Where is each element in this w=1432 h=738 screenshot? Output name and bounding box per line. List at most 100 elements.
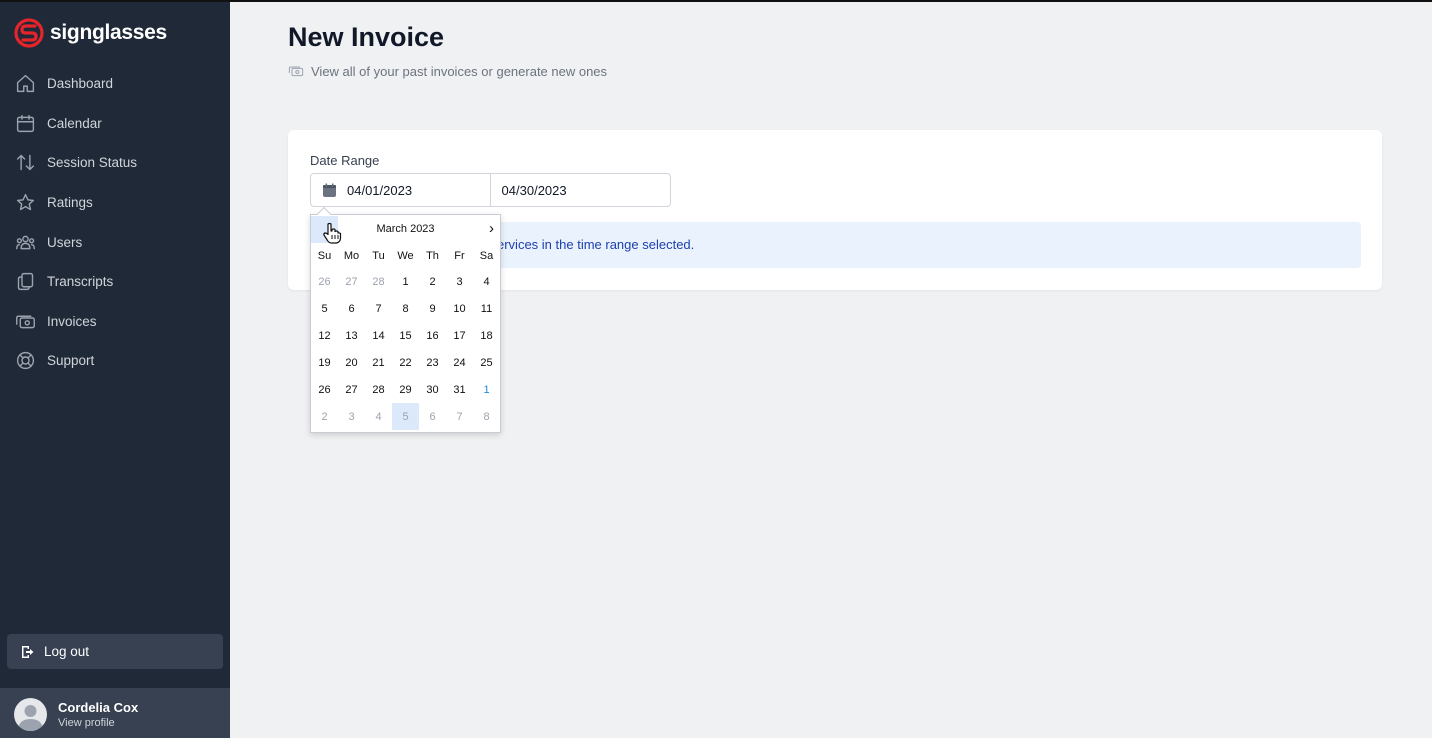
weekday-label: We bbox=[397, 250, 414, 262]
calendar-day[interactable]: 17 bbox=[446, 322, 473, 349]
hand-pointer-cursor-icon bbox=[323, 222, 342, 244]
datepicker-grid: Su Mo Tu We Th Fr Sa 26 27 28 1 2 3 4 5 … bbox=[311, 244, 500, 430]
logout-label: Log out bbox=[44, 644, 90, 659]
calendar-day[interactable]: 11 bbox=[473, 295, 500, 322]
logout-button[interactable]: Log out bbox=[7, 634, 223, 669]
calendar-day[interactable]: 28 bbox=[365, 376, 392, 403]
calendar-day[interactable]: 16 bbox=[419, 322, 446, 349]
home-icon bbox=[16, 75, 35, 93]
calendar-day[interactable]: 21 bbox=[365, 349, 392, 376]
calendar-day[interactable]: 7 bbox=[365, 295, 392, 322]
calendar-day[interactable]: 23 bbox=[419, 349, 446, 376]
sidebar-item-label: Dashboard bbox=[47, 76, 114, 92]
calendar-day[interactable]: 4 bbox=[365, 403, 392, 430]
calendar-day[interactable]: 3 bbox=[446, 268, 473, 295]
calendar-day[interactable]: 29 bbox=[392, 376, 419, 403]
calendar-day[interactable]: 1 bbox=[392, 268, 419, 295]
calendar-day[interactable]: 9 bbox=[419, 295, 446, 322]
sidebar-item-label: Invoices bbox=[47, 313, 97, 329]
user-placeholder-icon bbox=[18, 704, 43, 731]
sidebar-item-label: Users bbox=[47, 234, 83, 250]
calendar-day[interactable]: 26 bbox=[311, 376, 338, 403]
calendar-day[interactable]: 2 bbox=[419, 268, 446, 295]
end-date-input[interactable]: 04/30/2023 bbox=[491, 174, 670, 206]
calendar-day[interactable]: 6 bbox=[338, 295, 365, 322]
star-icon bbox=[16, 194, 35, 211]
arrows-up-down-icon bbox=[16, 155, 35, 171]
start-date-value: 04/01/2023 bbox=[347, 182, 413, 198]
view-profile-link[interactable]: View profile bbox=[58, 717, 138, 729]
calendar-day[interactable]: 26 bbox=[311, 268, 338, 295]
sidebar-item-label: Transcripts bbox=[47, 274, 114, 290]
sidebar-item-dashboard[interactable]: Dashboard bbox=[0, 64, 230, 104]
weekday-label: Th bbox=[426, 250, 439, 262]
calendar-day[interactable]: 27 bbox=[338, 376, 365, 403]
calendar-day[interactable]: 18 bbox=[473, 322, 500, 349]
calendar-day[interactable]: 12 bbox=[311, 322, 338, 349]
sidebar-item-label: Calendar bbox=[47, 115, 102, 131]
page-subtitle: View all of your past invoices or genera… bbox=[288, 63, 607, 79]
calendar-day[interactable]: 20 bbox=[338, 349, 365, 376]
calendar-day-today[interactable]: 5 bbox=[392, 403, 419, 430]
calendar-day[interactable]: 4 bbox=[473, 268, 500, 295]
users-icon bbox=[16, 235, 35, 249]
sidebar-item-transcripts[interactable]: Transcripts bbox=[0, 262, 230, 302]
sidebar-item-label: Ratings bbox=[47, 195, 93, 211]
calendar-day[interactable]: 25 bbox=[473, 349, 500, 376]
calendar-day[interactable]: 19 bbox=[311, 349, 338, 376]
calendar-day[interactable]: 3 bbox=[338, 403, 365, 430]
lifebuoy-icon bbox=[16, 352, 35, 370]
sidebar: signglasses Dashboard Calendar Session S… bbox=[0, 0, 230, 738]
logout-icon bbox=[22, 645, 34, 658]
calendar-day[interactable]: 2 bbox=[311, 403, 338, 430]
calendar-day[interactable]: 31 bbox=[446, 376, 473, 403]
weekday-label: Mo bbox=[343, 250, 360, 262]
subtitle-text: View all of your past invoices or genera… bbox=[311, 63, 608, 79]
sidebar-item-support[interactable]: Support bbox=[0, 341, 230, 381]
sidebar-item-label: Session Status bbox=[47, 155, 138, 171]
sidebar-item-users[interactable]: Users bbox=[0, 222, 230, 262]
datepicker-popover: March 2023 › Su Mo Tu We Th Fr Sa 26 27 … bbox=[310, 206, 501, 433]
weekday-label: Tu bbox=[372, 250, 385, 262]
calendar-day[interactable]: 10 bbox=[446, 295, 473, 322]
start-date-input[interactable]: 04/01/2023 bbox=[311, 174, 491, 206]
weekday-label: Su bbox=[317, 250, 332, 262]
calendar-day[interactable]: 14 bbox=[365, 322, 392, 349]
calendar-day[interactable]: 13 bbox=[338, 322, 365, 349]
calendar-day[interactable]: 15 bbox=[392, 322, 419, 349]
sidebar-item-session-status[interactable]: Session Status bbox=[0, 143, 230, 183]
calendar-day[interactable]: 7 bbox=[446, 403, 473, 430]
documents-icon bbox=[17, 273, 34, 291]
sidebar-item-ratings[interactable]: Ratings bbox=[0, 183, 230, 223]
sidebar-item-label: Support bbox=[47, 353, 95, 369]
signglasses-logo-icon bbox=[14, 18, 44, 48]
sidebar-nav: Dashboard Calendar Session Status Rating… bbox=[0, 64, 230, 381]
profile-name: Cordelia Cox bbox=[58, 699, 139, 715]
sidebar-item-calendar[interactable]: Calendar bbox=[0, 104, 230, 144]
sidebar-item-invoices[interactable]: Invoices bbox=[0, 302, 230, 342]
calendar-day[interactable]: 5 bbox=[311, 295, 338, 322]
page-title: New Invoice bbox=[288, 22, 445, 52]
weekday-label: Sa bbox=[479, 250, 494, 262]
calendar-day[interactable]: 27 bbox=[338, 268, 365, 295]
calendar-icon bbox=[323, 183, 336, 197]
date-range-label: Date Range bbox=[310, 153, 380, 168]
date-range-picker: 04/01/2023 04/30/2023 bbox=[310, 173, 671, 207]
calendar-icon bbox=[16, 114, 35, 132]
calendar-day[interactable]: 22 bbox=[392, 349, 419, 376]
weekday-label: Fr bbox=[454, 250, 465, 262]
user-profile[interactable]: Cordelia Cox View profile bbox=[0, 688, 230, 738]
calendar-day[interactable]: 30 bbox=[419, 376, 446, 403]
cash-icon bbox=[288, 66, 304, 77]
logo[interactable]: signglasses bbox=[14, 18, 167, 48]
calendar-day[interactable]: 24 bbox=[446, 349, 473, 376]
calendar-day[interactable]: 8 bbox=[392, 295, 419, 322]
calendar-day[interactable]: 8 bbox=[473, 403, 500, 430]
cash-icon bbox=[16, 315, 35, 329]
calendar-day[interactable]: 28 bbox=[365, 268, 392, 295]
end-date-value: 04/30/2023 bbox=[501, 182, 567, 198]
calendar-day[interactable]: 1 bbox=[473, 376, 500, 403]
next-month-button[interactable]: › bbox=[489, 220, 494, 237]
calendar-day[interactable]: 6 bbox=[419, 403, 446, 430]
brand-name: signglasses bbox=[50, 21, 167, 44]
